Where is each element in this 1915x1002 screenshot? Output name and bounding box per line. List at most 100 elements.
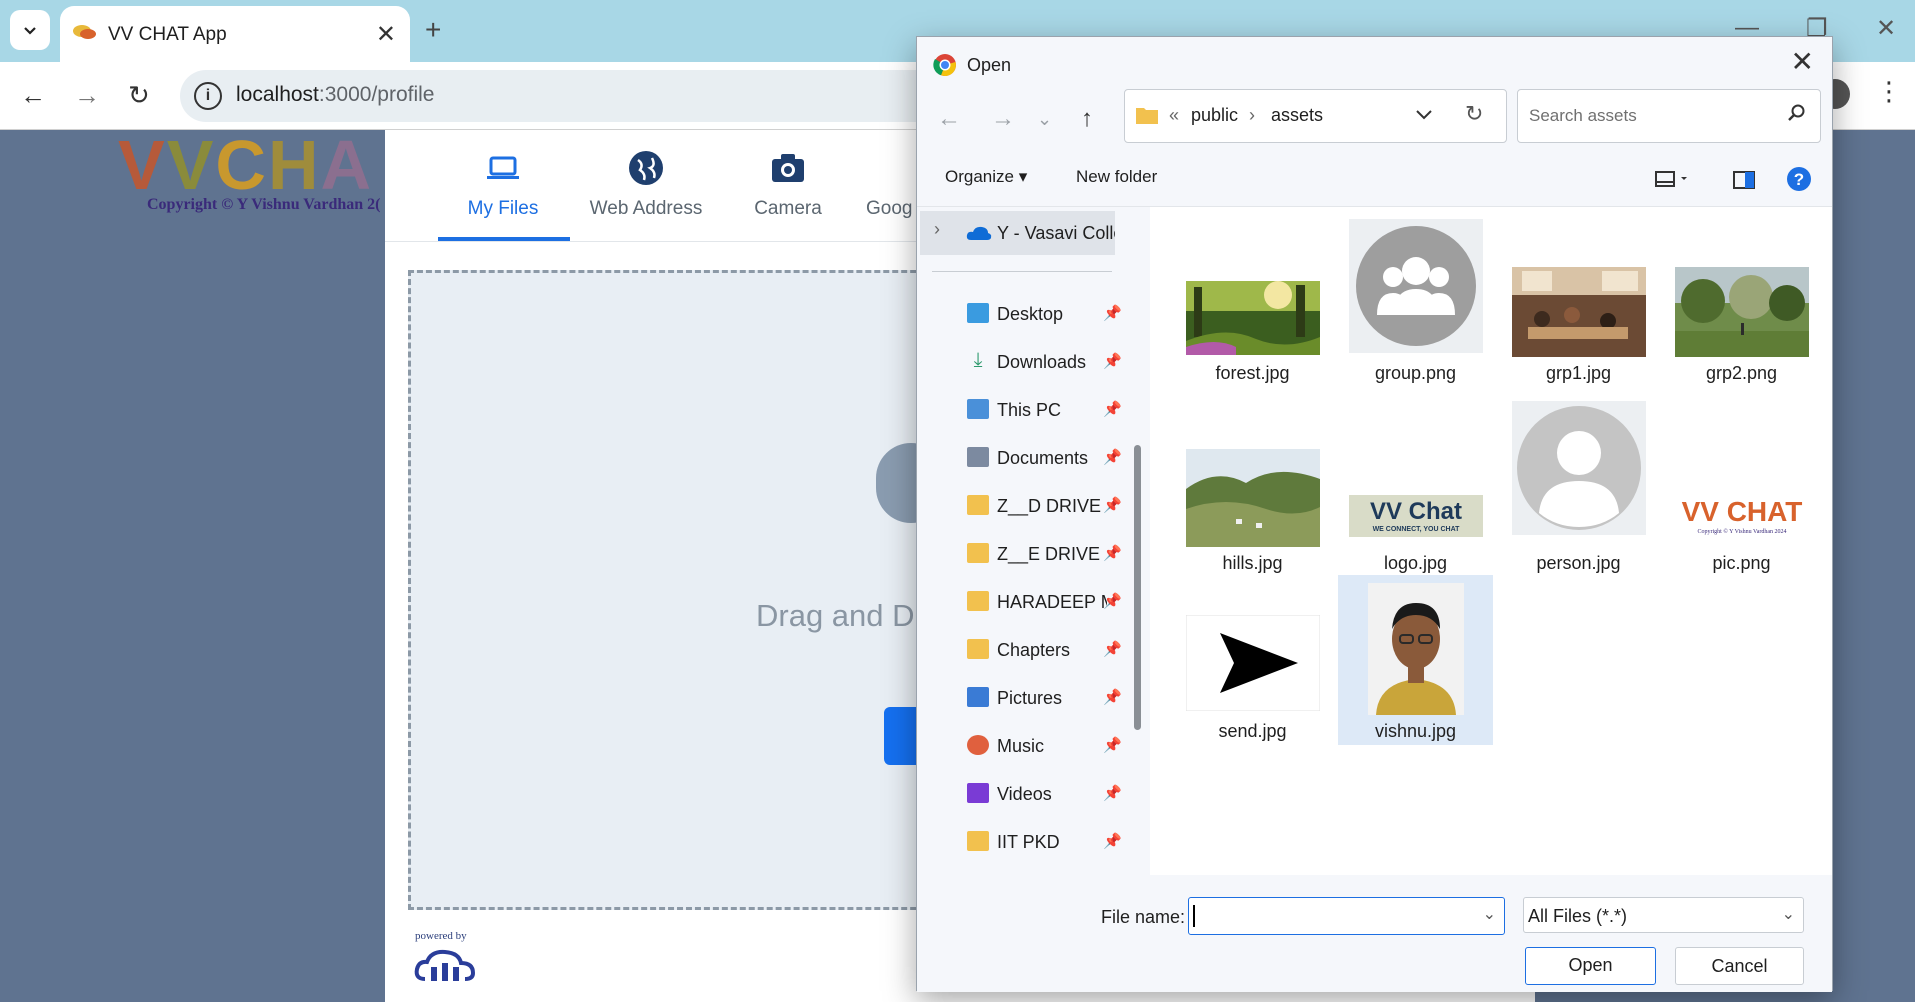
pin-icon[interactable]: 📌 xyxy=(1103,304,1122,322)
file-item-person[interactable]: person.jpg xyxy=(1501,395,1656,573)
breadcrumb-assets[interactable]: assets xyxy=(1271,105,1323,126)
close-icon[interactable]: ✕ xyxy=(1791,45,1814,78)
camera-icon xyxy=(772,154,804,182)
tab-title: VV CHAT App xyxy=(108,24,227,45)
file-name-field[interactable]: ⌄ xyxy=(1188,897,1505,935)
pin-icon[interactable]: 📌 xyxy=(1103,544,1122,562)
help-icon[interactable]: ? xyxy=(1786,166,1812,192)
breadcrumb-separator-icon: › xyxy=(1249,105,1255,125)
logo-thumbnail: VV Chat WE CONNECT, YOU CHAT xyxy=(1348,495,1483,537)
tab-camera[interactable]: Camera xyxy=(723,148,853,220)
recent-locations-chevron-icon[interactable]: ⌄ xyxy=(1037,109,1052,130)
chevron-down-icon[interactable]: ⌄ xyxy=(1483,904,1496,924)
image-thumbnail xyxy=(1511,267,1646,357)
search-icon xyxy=(1788,104,1805,121)
sidebar-item-z-e-drive[interactable]: Z__E DRIVE 📌 xyxy=(917,535,1150,575)
open-button[interactable]: Open xyxy=(1525,947,1656,985)
sidebar-item-music[interactable]: Music 📌 xyxy=(917,727,1150,767)
send-arrow-icon xyxy=(1185,615,1320,711)
search-assets-input[interactable]: Search assets xyxy=(1517,89,1821,143)
file-item-group[interactable]: group.png xyxy=(1338,217,1493,387)
pin-icon[interactable]: 📌 xyxy=(1103,400,1122,418)
dialog-title: Open xyxy=(967,54,1012,75)
svg-text:Copyright © Y Vishnu Vardhan 2: Copyright © Y Vishnu Vardhan 2024 xyxy=(1697,528,1786,535)
onedrive-item[interactable]: › Y - Vasavi College xyxy=(920,211,1115,255)
organize-button[interactable]: Organize ▾ xyxy=(945,167,1027,187)
tab-my-files[interactable]: My Files xyxy=(438,148,568,220)
chevron-down-icon[interactable] xyxy=(1415,108,1433,122)
pin-icon[interactable]: 📌 xyxy=(1103,832,1122,850)
menu-icon[interactable]: ⋮ xyxy=(1876,76,1902,107)
sidebar-item-documents[interactable]: Documents 📌 xyxy=(917,439,1150,479)
desktop-icon xyxy=(967,303,989,323)
file-item-grp2[interactable]: grp2.png xyxy=(1664,217,1819,387)
image-thumbnail xyxy=(1185,281,1320,355)
file-type-select[interactable]: All Files (*.*) ⌄ xyxy=(1523,897,1804,933)
download-icon: ⤓ xyxy=(973,349,983,371)
breadcrumb-public[interactable]: public xyxy=(1191,105,1238,126)
pin-icon[interactable]: 📌 xyxy=(1103,592,1122,610)
breadcrumb-overflow[interactable]: « xyxy=(1169,105,1179,126)
sidebar-item-z-d-drive[interactable]: Z__D DRIVE 📌 xyxy=(917,487,1150,527)
file-item-forest[interactable]: forest.jpg xyxy=(1175,217,1330,387)
pin-icon[interactable]: 📌 xyxy=(1103,688,1122,706)
pin-icon[interactable]: 📌 xyxy=(1103,496,1122,514)
sidebar-item-videos[interactable]: Videos 📌 xyxy=(917,775,1150,815)
sidebar-item-iit-pkd[interactable]: IIT PKD 📌 xyxy=(917,823,1150,863)
pin-icon[interactable]: 📌 xyxy=(1103,736,1122,754)
onedrive-cloud-icon xyxy=(966,226,992,240)
file-item-grp1[interactable]: grp1.jpg xyxy=(1501,217,1656,387)
back-icon[interactable]: ← xyxy=(937,105,961,133)
svg-text:?: ? xyxy=(1794,170,1804,189)
cancel-button[interactable]: Cancel xyxy=(1675,947,1804,985)
sidebar-scrollbar[interactable] xyxy=(1134,445,1141,730)
reload-icon[interactable]: ↻ xyxy=(128,80,150,111)
person-avatar-icon xyxy=(1511,401,1646,535)
forward-icon[interactable]: → xyxy=(74,80,100,111)
pin-icon[interactable]: 📌 xyxy=(1103,352,1122,370)
pin-icon[interactable]: 📌 xyxy=(1103,640,1122,658)
site-info-icon[interactable]: i xyxy=(194,82,222,110)
sidebar-item-this-pc[interactable]: This PC 📌 xyxy=(917,391,1150,431)
sidebar-item-pictures[interactable]: Pictures 📌 xyxy=(917,679,1150,719)
new-tab-button[interactable]: + xyxy=(425,14,441,46)
image-thumbnail xyxy=(1674,267,1809,357)
svg-text:WE CONNECT, YOU CHAT: WE CONNECT, YOU CHAT xyxy=(1372,526,1460,533)
expand-chevron-icon[interactable]: › xyxy=(934,219,940,240)
tab-web-address[interactable]: Web Address xyxy=(581,148,711,220)
image-thumbnail xyxy=(1185,449,1320,547)
sidebar-item-desktop[interactable]: Desktop 📌 xyxy=(917,295,1150,335)
folder-icon xyxy=(967,591,989,611)
copyright-text: Copyright © Y Vishnu Vardhan 2( xyxy=(147,196,381,213)
file-list: forest.jpg group.png grp1.jpg grp2.png h… xyxy=(1150,207,1832,875)
folder-icon xyxy=(967,495,989,515)
svg-text:VV CHAT: VV CHAT xyxy=(1681,496,1802,527)
logo-thumbnail: VV CHAT Copyright © Y Vishnu Vardhan 202… xyxy=(1674,495,1809,537)
folder-address-bar[interactable]: « public › assets ↻ xyxy=(1124,89,1507,143)
pin-icon[interactable]: 📌 xyxy=(1103,448,1122,466)
refresh-icon[interactable]: ↻ xyxy=(1465,101,1483,127)
view-options-icon[interactable] xyxy=(1655,171,1689,187)
tab-search-button[interactable] xyxy=(10,10,50,50)
close-window-icon[interactable]: ✕ xyxy=(1876,14,1896,43)
file-item-logo[interactable]: VV Chat WE CONNECT, YOU CHAT logo.jpg xyxy=(1338,395,1493,573)
sidebar-item-downloads[interactable]: ⤓ Downloads 📌 xyxy=(917,343,1150,383)
sidebar-divider xyxy=(932,271,1112,272)
close-icon[interactable]: ✕ xyxy=(376,20,396,49)
file-item-hills[interactable]: hills.jpg xyxy=(1175,395,1330,573)
new-folder-button[interactable]: New folder xyxy=(1076,167,1157,187)
up-folder-icon[interactable]: ↑ xyxy=(1081,105,1093,133)
chevron-down-icon xyxy=(24,27,36,35)
sidebar-item-haradeep[interactable]: HARADEEP M 📌 xyxy=(917,583,1150,623)
file-item-pic[interactable]: VV CHAT Copyright © Y Vishnu Vardhan 202… xyxy=(1664,395,1819,573)
preview-pane-icon[interactable] xyxy=(1733,171,1755,189)
pin-icon[interactable]: 📌 xyxy=(1103,784,1122,802)
file-item-vishnu[interactable]: vishnu.jpg xyxy=(1338,575,1493,745)
file-name-label: File name: xyxy=(1101,907,1186,927)
sidebar-item-chapters[interactable]: Chapters 📌 xyxy=(917,631,1150,671)
forward-icon[interactable]: → xyxy=(991,105,1015,133)
globe-icon xyxy=(629,151,663,185)
file-item-send[interactable]: send.jpg xyxy=(1175,575,1330,745)
back-icon[interactable]: ← xyxy=(20,80,46,111)
browser-tab[interactable]: VV CHAT App ✕ xyxy=(60,6,410,62)
